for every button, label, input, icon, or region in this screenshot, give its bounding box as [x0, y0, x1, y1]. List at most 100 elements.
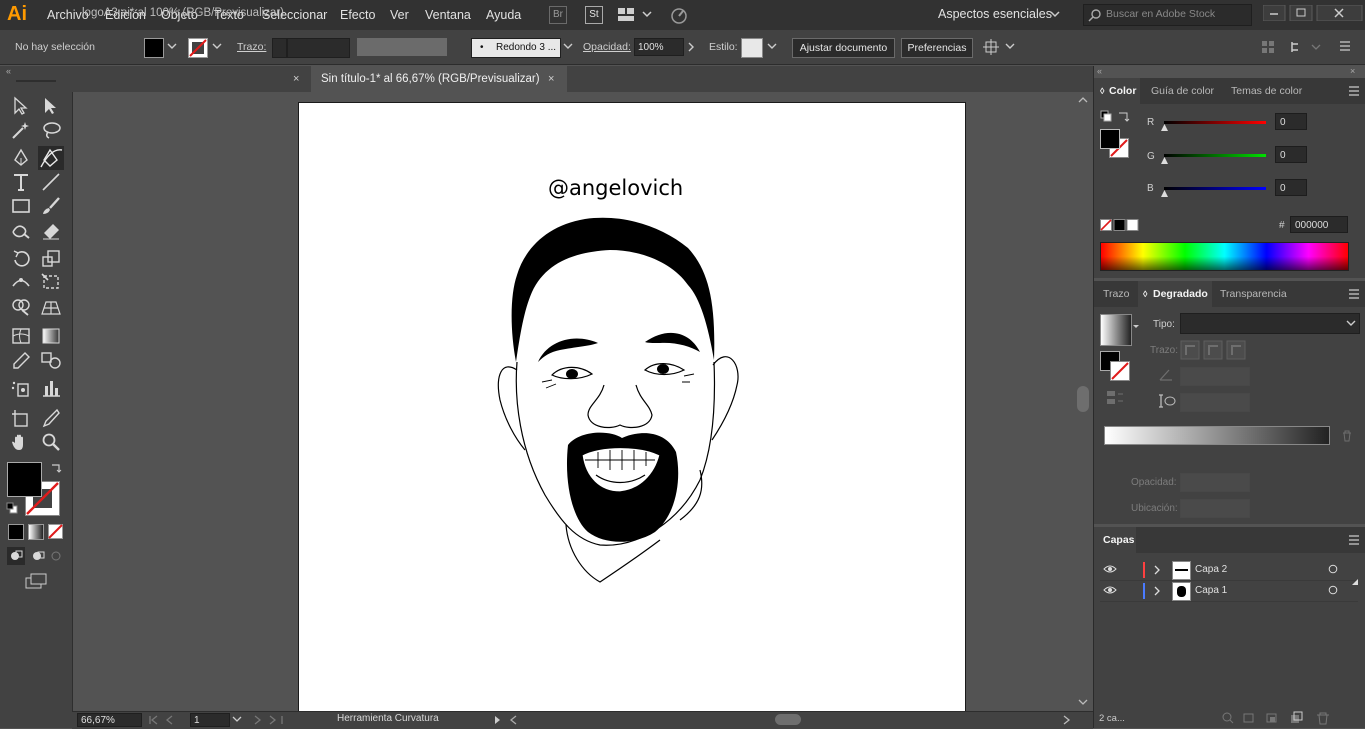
chevron-down-icon[interactable]	[232, 716, 242, 724]
menu-efecto[interactable]: Efecto	[340, 8, 375, 22]
chevron-down-icon[interactable]	[767, 43, 777, 51]
variable-width-profile[interactable]	[357, 38, 447, 56]
collapse-toolbar-icon[interactable]: «	[6, 66, 11, 76]
pen-tool-icon[interactable]	[10, 148, 32, 168]
blend-tool-icon[interactable]	[40, 350, 62, 370]
stroke-none-swatch[interactable]	[188, 38, 208, 58]
tab-gradient-label[interactable]: Degradado	[1153, 281, 1208, 307]
magic-wand-tool-icon[interactable]	[10, 120, 32, 140]
arrange-documents-icon[interactable]	[618, 7, 658, 23]
scroll-down-icon[interactable]	[1078, 698, 1088, 706]
align-options-icon[interactable]	[983, 38, 1017, 56]
scroll-thumb[interactable]	[1077, 386, 1089, 412]
portrait-illustration[interactable]	[490, 212, 750, 592]
gradient-slider-bar[interactable]	[1104, 426, 1330, 445]
layer-row[interactable]: Capa 1	[1100, 581, 1358, 602]
slider-handle[interactable]	[1160, 157, 1169, 165]
panel-menu-icon[interactable]	[1348, 535, 1360, 545]
stroke-weight-field[interactable]	[287, 38, 350, 58]
rectangle-tool-icon[interactable]	[10, 196, 32, 216]
menu-ayuda[interactable]: Ayuda	[486, 8, 521, 22]
symbol-sprayer-tool-icon[interactable]	[10, 378, 32, 398]
menu-ver[interactable]: Ver	[390, 8, 409, 22]
shape-builder-tool-icon[interactable]	[10, 296, 32, 316]
chevron-down-icon[interactable]	[563, 43, 573, 51]
gradient-mode-button[interactable]	[28, 524, 44, 540]
close-panels-icon[interactable]: ×	[1350, 66, 1355, 76]
preferences-button[interactable]: Preferencias	[901, 38, 973, 58]
artboard-nav-prev-icons[interactable]	[148, 714, 188, 726]
toolbar-grip[interactable]	[16, 80, 56, 82]
fill-swatch[interactable]	[144, 38, 164, 58]
panel-menu-icon[interactable]	[1348, 86, 1360, 96]
color-panel-small-icons[interactable]	[1100, 110, 1132, 126]
close-tab-icon[interactable]: ×	[548, 66, 554, 92]
scroll-up-icon[interactable]	[1078, 96, 1088, 104]
expand-layer-icon[interactable]	[1153, 564, 1161, 576]
artboard-nav-next-icons[interactable]	[252, 714, 292, 726]
layers-title[interactable]: Capas	[1103, 527, 1135, 553]
gradient-type-select[interactable]	[1180, 313, 1360, 334]
layer-name[interactable]: Capa 2	[1195, 564, 1227, 575]
gradient-stroke-swatch[interactable]	[1110, 361, 1130, 381]
hex-value[interactable]: 000000	[1290, 216, 1348, 233]
panel-collapse-arrow[interactable]: ◊	[1100, 78, 1104, 104]
collapse-panels-icon[interactable]: «	[1097, 66, 1102, 76]
g-slider[interactable]	[1164, 154, 1266, 157]
brush-definition[interactable]: • Redondo 3 ...	[471, 38, 561, 58]
lasso-tool-icon[interactable]	[40, 120, 62, 140]
chevron-down-icon[interactable]	[212, 43, 222, 51]
target-circle-icon[interactable]	[1328, 585, 1338, 595]
gpu-performance-icon[interactable]	[667, 6, 691, 24]
column-graph-tool-icon[interactable]	[40, 378, 62, 398]
eye-icon[interactable]	[1103, 585, 1117, 595]
menu-ventana[interactable]: Ventana	[425, 8, 471, 22]
artboard-number-field[interactable]: 1	[190, 713, 230, 727]
stock-button[interactable]: St	[585, 6, 603, 24]
r-value[interactable]: 0	[1275, 113, 1307, 130]
gradient-stroke-mode-icons[interactable]	[1180, 340, 1248, 360]
screen-mode-icon[interactable]	[25, 572, 49, 590]
stock-search-box[interactable]: Buscar en Adobe Stock	[1083, 4, 1252, 26]
color-mode-button[interactable]	[8, 524, 24, 540]
tab-logoA3[interactable]: logoA3.ai* al 100% (RGB/Previsualizar)	[72, 0, 310, 26]
zoom-tool-icon[interactable]	[40, 432, 62, 452]
line-segment-tool-icon[interactable]	[40, 172, 62, 192]
artboard-tool-icon[interactable]	[10, 408, 32, 428]
close-tab-icon[interactable]: ×	[293, 66, 299, 92]
bridge-button[interactable]: Br	[549, 6, 567, 24]
mesh-tool-icon[interactable]	[10, 326, 32, 346]
chevron-down-icon[interactable]	[167, 43, 177, 51]
scale-tool-icon[interactable]	[40, 248, 62, 268]
shaper-tool-icon[interactable]	[10, 220, 32, 240]
workspace-switcher[interactable]: Aspectos esenciales	[938, 7, 1052, 21]
rotate-tool-icon[interactable]	[10, 248, 32, 268]
horizontal-scroll-thumb[interactable]	[775, 714, 801, 725]
tab-transparency[interactable]: Transparencia	[1220, 281, 1287, 307]
panel-menu-icon[interactable]	[1348, 289, 1360, 299]
swap-fill-stroke-icon[interactable]	[50, 462, 62, 474]
type-tool-icon[interactable]	[10, 172, 32, 192]
artwork-handle-text[interactable]: @angelovich	[548, 176, 683, 200]
gradient-preview-swatch[interactable]	[1100, 314, 1132, 346]
draw-mode-icons[interactable]	[7, 547, 67, 565]
slider-handle[interactable]	[1160, 124, 1169, 132]
tab-sin-titulo[interactable]: Sin título-1* al 66,67% (RGB/Previsualiz…	[311, 66, 567, 92]
none-mode-button[interactable]	[48, 524, 64, 540]
default-fill-stroke-icon[interactable]	[6, 502, 18, 514]
quick-color-swatches[interactable]	[1100, 219, 1140, 231]
b-slider[interactable]	[1164, 187, 1266, 190]
chevron-right-icon[interactable]	[688, 42, 696, 52]
zoom-field[interactable]: 66,67%	[77, 713, 142, 727]
target-circle-icon[interactable]	[1328, 564, 1338, 574]
tab-color-label[interactable]: Color	[1109, 78, 1136, 104]
free-transform-tool-icon[interactable]	[40, 272, 62, 292]
opacity-field[interactable]: 100%	[634, 38, 684, 56]
eraser-tool-icon[interactable]	[40, 220, 62, 240]
slice-tool-icon[interactable]	[40, 408, 62, 428]
width-tool-icon[interactable]	[10, 272, 32, 292]
g-value[interactable]: 0	[1275, 146, 1307, 163]
slider-handle[interactable]	[1160, 190, 1169, 198]
status-menu-icons[interactable]	[492, 714, 520, 726]
layers-bottom-icons[interactable]	[1221, 711, 1341, 725]
